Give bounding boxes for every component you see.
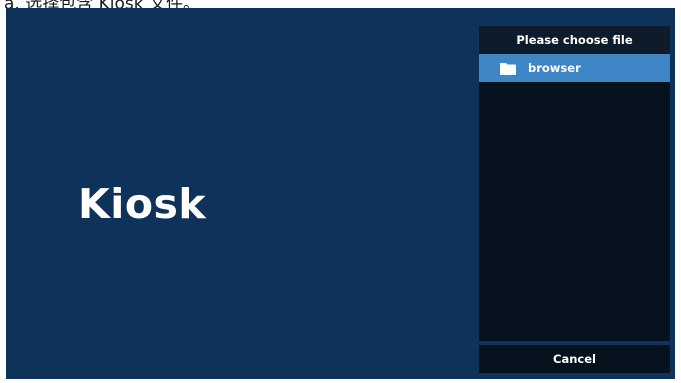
caption-text: a. 选择包含 Kiosk 文件。 bbox=[4, 0, 200, 8]
kiosk-screen: Kiosk Please choose file browser Cancel bbox=[6, 8, 675, 379]
file-item-browser[interactable]: browser bbox=[479, 54, 670, 82]
app-title: Kiosk bbox=[78, 180, 207, 228]
file-item-label: browser bbox=[528, 61, 581, 75]
file-chooser-dialog: Please choose file browser bbox=[479, 26, 670, 341]
dialog-title: Please choose file bbox=[479, 26, 670, 54]
folder-icon bbox=[500, 63, 516, 75]
cancel-button[interactable]: Cancel bbox=[479, 345, 670, 373]
caption-strip: a. 选择包含 Kiosk 文件。 bbox=[0, 0, 681, 8]
